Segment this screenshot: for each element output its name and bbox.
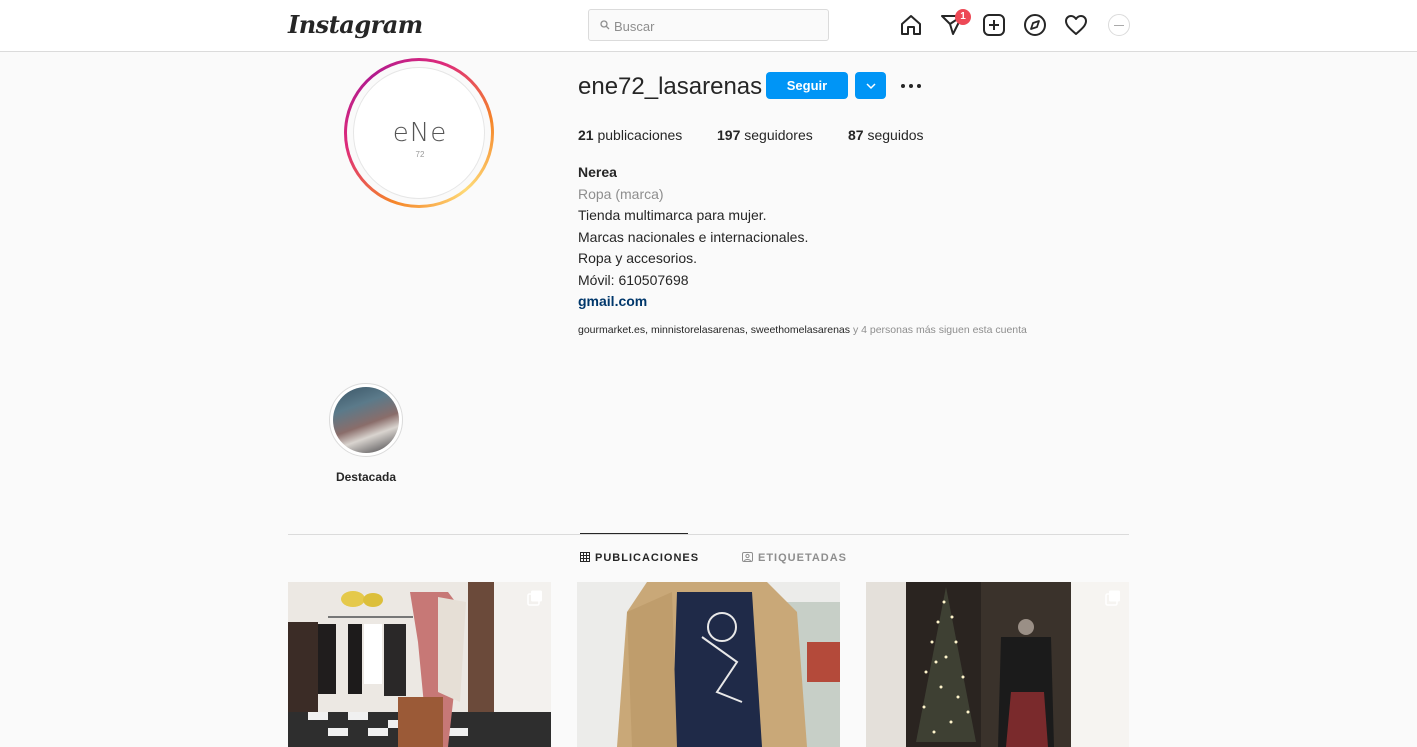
bio-link[interactable]: gmail.com xyxy=(578,291,1138,313)
grid-icon xyxy=(580,552,590,562)
bio-line: Móvil: 610507698 xyxy=(578,271,689,288)
profile-username: ene72_lasarenas xyxy=(578,73,763,100)
profile-picture-sub: 72 xyxy=(415,150,425,159)
new-post-icon[interactable] xyxy=(982,13,1006,37)
more-options-button[interactable] xyxy=(898,74,924,98)
story-ring[interactable]: eNe 72 xyxy=(344,58,494,208)
tagged-icon xyxy=(742,552,753,562)
stat-posts: 21 publicaciones xyxy=(578,127,683,143)
stat-following[interactable]: 87 seguidos xyxy=(848,127,924,143)
follow-button[interactable]: Seguir xyxy=(766,72,848,99)
activity-heart-icon[interactable] xyxy=(1064,13,1088,37)
followed-by[interactable]: gourmarket.es, minnistorelasarenas, swee… xyxy=(578,324,1027,336)
search-box[interactable] xyxy=(588,9,829,41)
bio-line: Ropa y accesorios. xyxy=(578,250,698,266)
bio-line: Tienda multimarca para mujer. xyxy=(578,207,767,223)
post-thumbnail[interactable] xyxy=(577,582,840,747)
avatar[interactable] xyxy=(1108,14,1130,36)
multi-image-icon xyxy=(1105,590,1120,606)
search-icon xyxy=(600,20,610,30)
highlight-label: Destacada xyxy=(335,470,397,484)
top-nav: Instagram 1 xyxy=(0,0,1417,52)
highlight-cover xyxy=(333,387,399,453)
more-dots-icon xyxy=(901,84,921,88)
highlight-destacada[interactable] xyxy=(329,383,403,457)
followed-by-suffix: y 4 personas más siguen esta cuenta xyxy=(852,324,1027,336)
followed-by-account[interactable]: gourmarket.es xyxy=(578,324,645,336)
direct-badge: 1 xyxy=(955,9,971,25)
home-icon[interactable] xyxy=(899,13,923,37)
followed-by-account[interactable]: minnistorelasarenas xyxy=(651,324,745,336)
chevron-down-icon xyxy=(865,82,876,89)
post-image xyxy=(288,582,551,747)
suggested-dropdown-button[interactable] xyxy=(855,72,886,99)
post-thumbnail[interactable] xyxy=(866,582,1129,747)
bio-category: Ropa (marca) xyxy=(578,185,664,202)
followed-by-account[interactable]: sweethomelasarenas xyxy=(751,324,850,336)
tab-etiquetadas[interactable]: ETIQUETADAS xyxy=(742,552,847,564)
profile-picture-logo: eNe xyxy=(392,118,448,148)
post-image xyxy=(866,582,1129,747)
tab-publicaciones[interactable]: PUBLICACIONES xyxy=(580,552,699,564)
profile-picture: eNe 72 xyxy=(353,67,485,199)
stat-followers[interactable]: 197 seguidores xyxy=(717,127,813,143)
multi-image-icon xyxy=(527,590,542,606)
profile-bio: Nerea Ropa (marca) Tienda multimarca par… xyxy=(578,162,1138,313)
tabs-divider xyxy=(288,534,1129,535)
bio-line: Marcas nacionales e internacionales. xyxy=(578,228,809,245)
instagram-logo[interactable]: Instagram xyxy=(288,10,423,39)
post-image xyxy=(577,582,840,747)
post-thumbnail[interactable] xyxy=(288,582,551,747)
active-tab-indicator xyxy=(580,533,688,534)
bio-name: Nerea xyxy=(578,164,617,180)
search-input[interactable] xyxy=(614,16,814,36)
explore-icon[interactable] xyxy=(1023,13,1047,37)
